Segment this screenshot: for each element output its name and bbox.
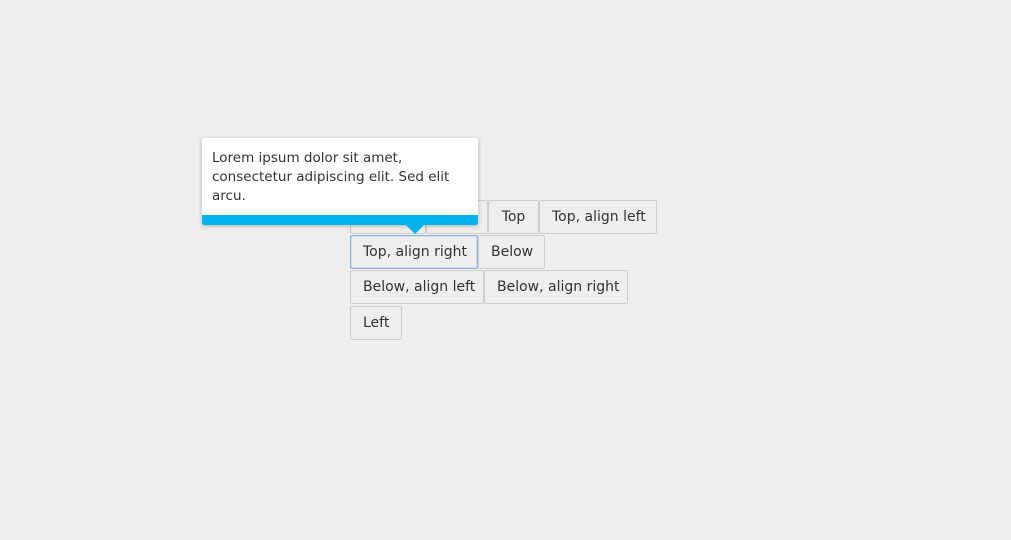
below-align-left-button[interactable]: Below, align left	[350, 270, 484, 304]
top-align-right-button[interactable]: Top, align right	[350, 235, 478, 269]
top-button[interactable]: Top	[488, 200, 539, 234]
top-align-left-button[interactable]: Top, align left	[539, 200, 657, 234]
below-button[interactable]: Below	[478, 235, 545, 269]
tooltip-popup: Lorem ipsum dolor sit amet, consectetur …	[202, 138, 478, 234]
tooltip-accent-bar	[202, 215, 478, 225]
left-button[interactable]: Left	[350, 306, 402, 340]
tooltip-arrow	[405, 224, 425, 234]
tooltip-text: Lorem ipsum dolor sit amet, consectetur …	[212, 150, 450, 204]
below-align-right-button[interactable]: Below, align right	[484, 270, 628, 304]
